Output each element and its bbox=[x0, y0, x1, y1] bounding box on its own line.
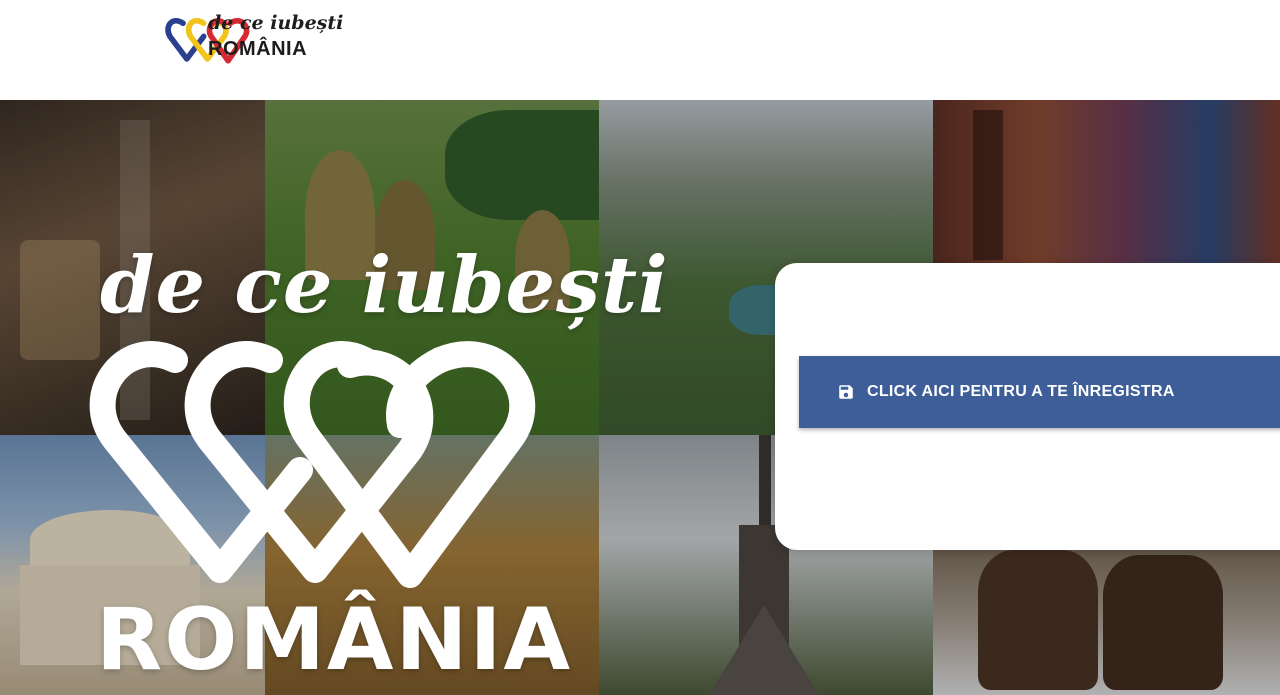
logo-tagline: de ce iubești bbox=[208, 12, 344, 34]
site-header: de ce iubești ROMÂNIA bbox=[0, 0, 1280, 100]
logo-country: ROMÂNIA bbox=[208, 38, 308, 60]
hero-country-title: ROMÂNIA bbox=[96, 590, 572, 690]
register-button[interactable]: CLICK AICI PENTRU A TE ÎNREGISTRA bbox=[799, 356, 1280, 428]
hero-hearts-icon bbox=[89, 341, 536, 588]
hero-script-title: de ce iubești bbox=[100, 240, 669, 331]
save-icon bbox=[839, 385, 853, 399]
register-button-label: CLICK AICI PENTRU A TE ÎNREGISTRA bbox=[867, 383, 1175, 400]
